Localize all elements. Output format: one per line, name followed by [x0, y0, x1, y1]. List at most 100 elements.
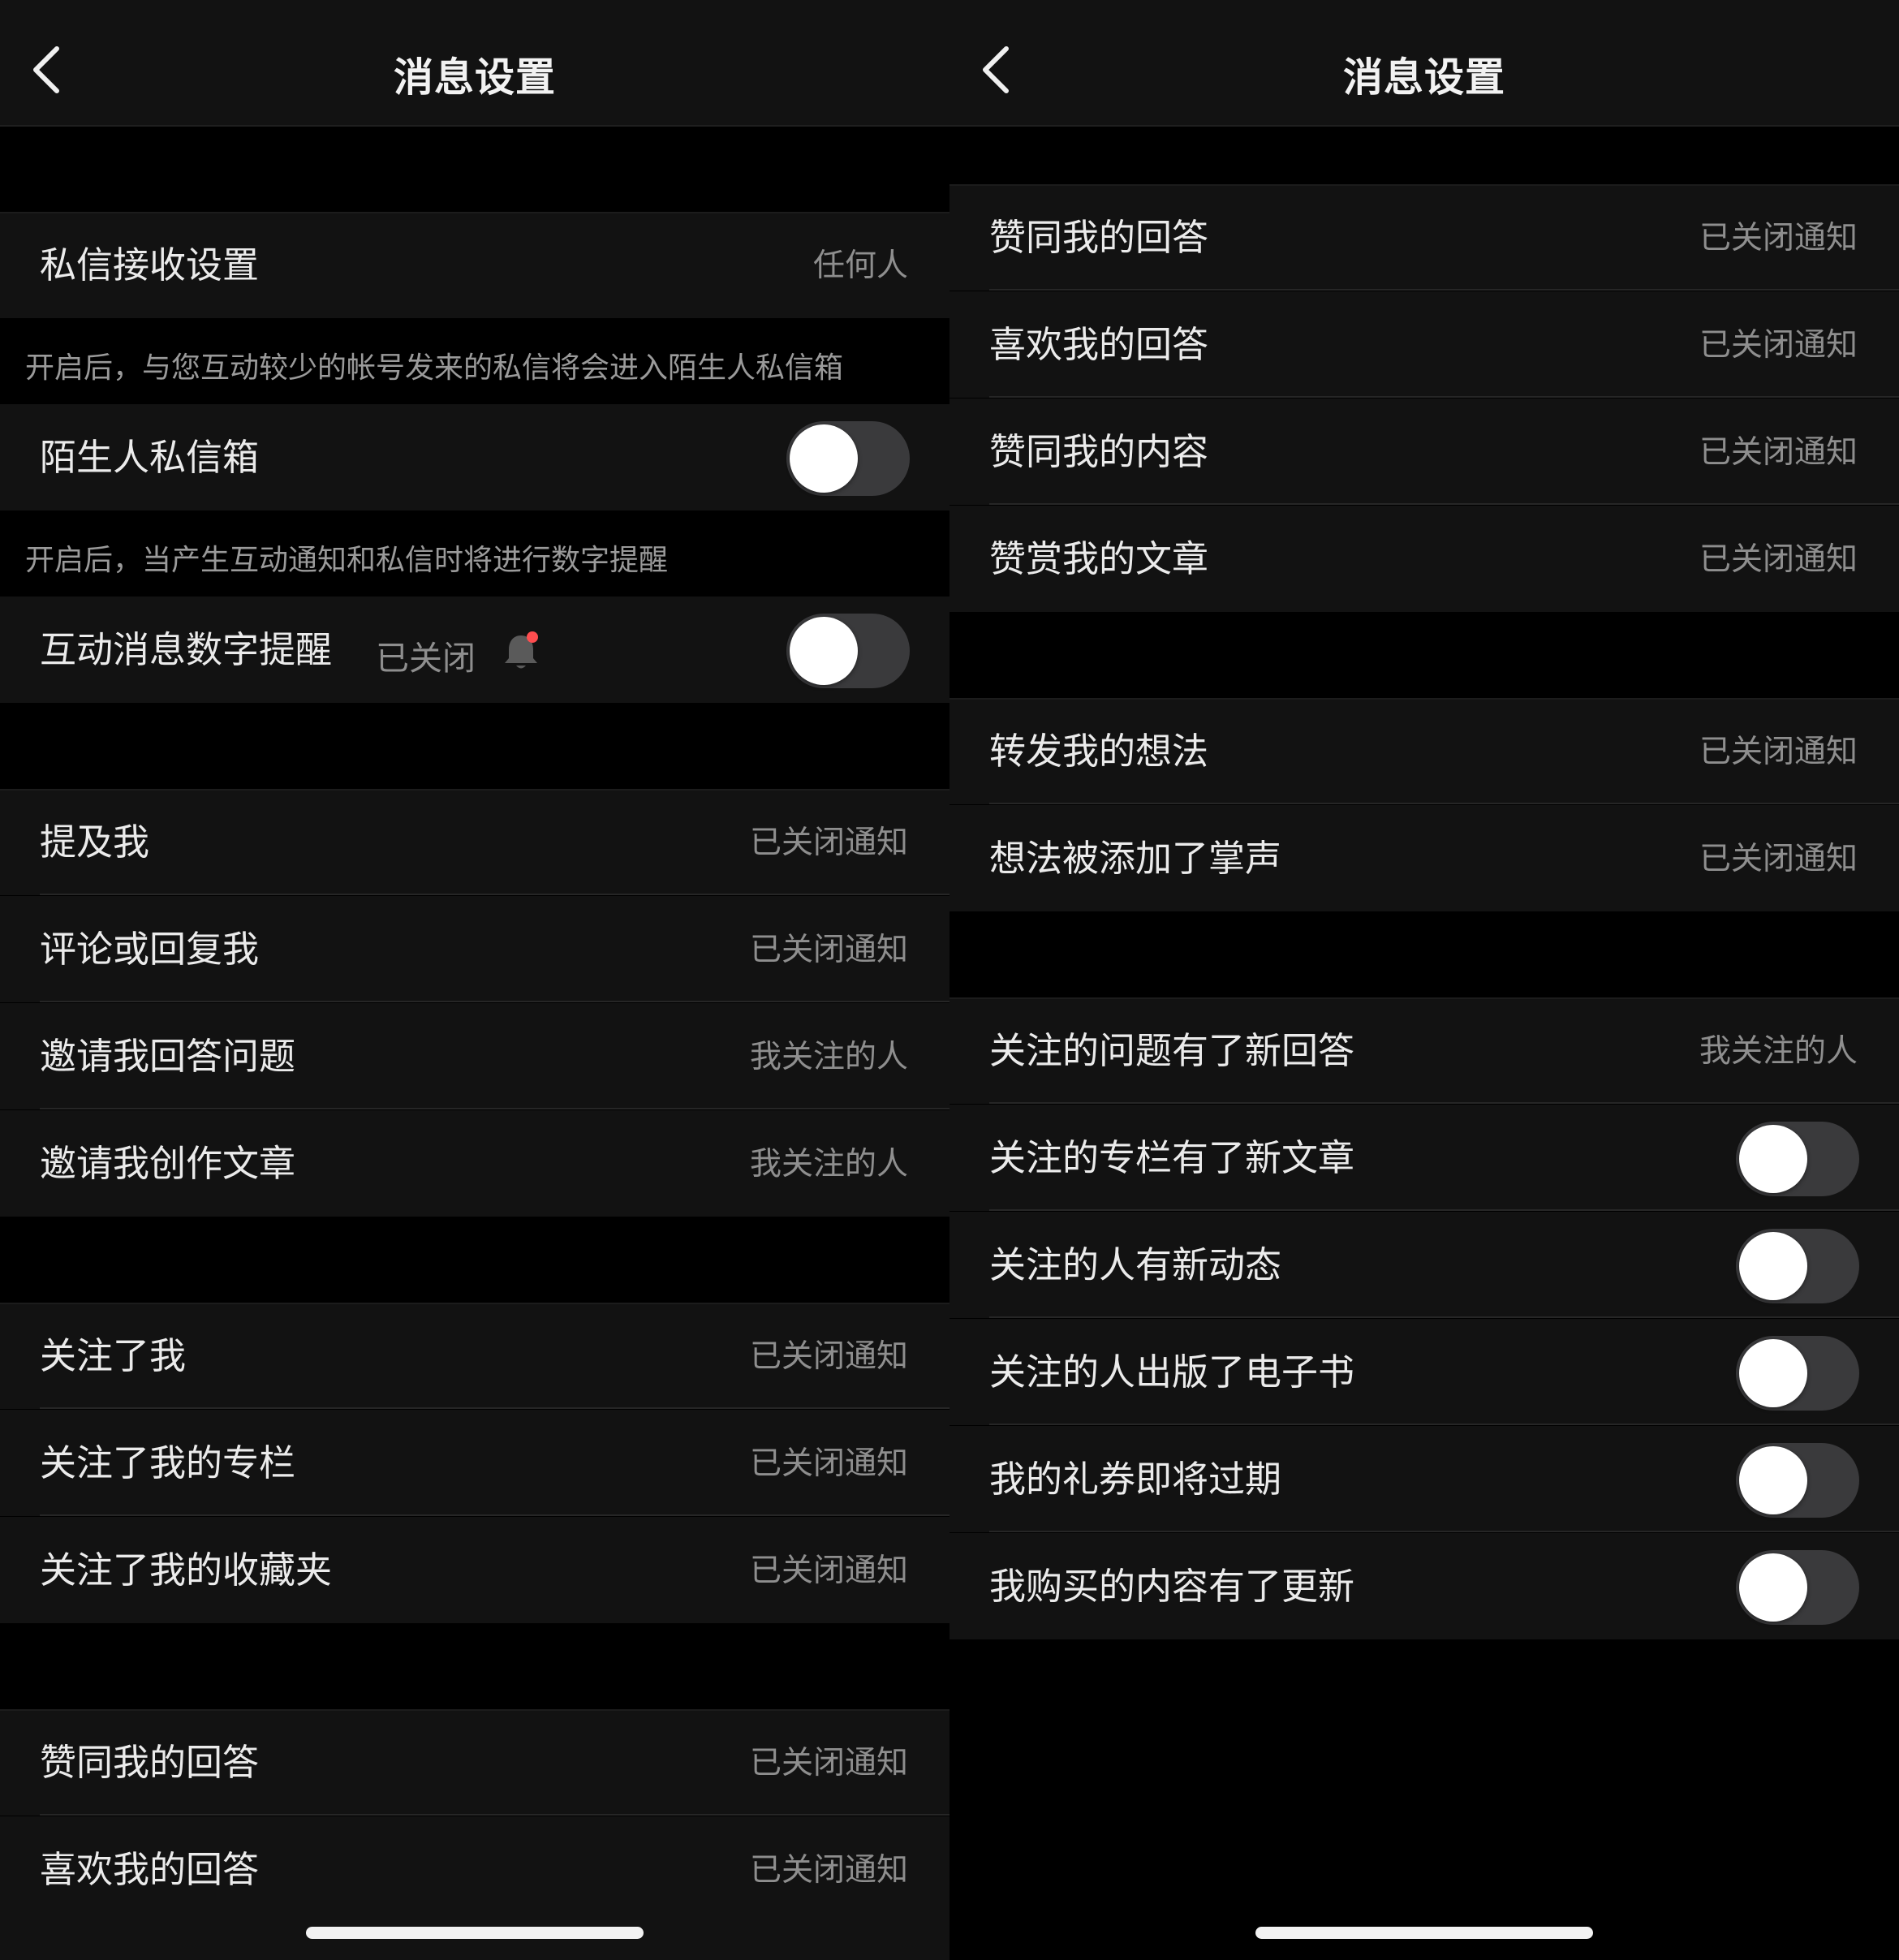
- toggle-switch[interactable]: [1736, 1550, 1859, 1625]
- item-label: 喜欢我的回答: [40, 1848, 260, 1891]
- item-label: 想法被添加了掌声: [989, 837, 1282, 880]
- item-label: 我购买的内容有了更新: [989, 1565, 1355, 1608]
- list-item[interactable]: 关注了我 已关闭通知: [0, 1303, 950, 1409]
- home-indicator: [1255, 1927, 1593, 1939]
- item-value: 已关闭通知: [749, 932, 908, 968]
- toggle-switch[interactable]: [1736, 1443, 1859, 1518]
- home-indicator: [306, 1927, 644, 1939]
- divider: [989, 1209, 1899, 1211]
- badge-reminder-toggle[interactable]: [786, 614, 910, 688]
- red-dot: [527, 631, 538, 643]
- item-value: 已关闭通知: [749, 1745, 908, 1781]
- dm-note: 开启后，与您互动较少的帐号发来的私信将会进入陌生人私信箱: [0, 318, 950, 404]
- stranger-box-toggle[interactable]: [786, 421, 910, 496]
- divider: [0, 1303, 950, 1304]
- divider: [950, 997, 1899, 999]
- divider: [989, 1316, 1899, 1318]
- toggle-switch[interactable]: [1736, 1336, 1859, 1411]
- item-label: 转发我的想法: [989, 730, 1209, 773]
- bell-icon: [505, 631, 538, 669]
- toggle-switch[interactable]: [1736, 1122, 1859, 1196]
- item-value: 已关闭通知: [749, 1445, 908, 1482]
- divider: [989, 503, 1899, 505]
- item-value: 已关闭通知: [1699, 220, 1858, 256]
- list-item[interactable]: 关注了我的收藏夹 已关闭通知: [0, 1517, 950, 1623]
- list-item[interactable]: 关注的问题有了新回答 我关注的人: [950, 997, 1899, 1104]
- toggle-switch[interactable]: [1736, 1229, 1859, 1303]
- divider: [0, 212, 950, 213]
- list-item[interactable]: 关注了我的专栏 已关闭通知: [0, 1410, 950, 1516]
- toggle-row: 我购买的内容有了更新: [950, 1533, 1899, 1639]
- list-item[interactable]: 赞同我的回答 已关闭通知: [950, 184, 1899, 291]
- list-item[interactable]: 赞赏我的文章 已关闭通知: [950, 506, 1899, 612]
- toggle-row: 关注的专栏有了新文章: [950, 1105, 1899, 1211]
- divider: [40, 1814, 950, 1816]
- list-item[interactable]: 评论或回复我 已关闭通知: [0, 896, 950, 1002]
- list-item[interactable]: 赞同我的回答 已关闭通知: [0, 1709, 950, 1816]
- divider: [950, 698, 1899, 700]
- toggle-knob: [1739, 1339, 1807, 1407]
- item-value: 已关闭通知: [1699, 734, 1858, 770]
- item-value: 我关注的人: [749, 1146, 908, 1182]
- list-item[interactable]: 想法被添加了掌声 已关闭通知: [950, 805, 1899, 911]
- item-label: 赞同我的回答: [989, 216, 1209, 259]
- stranger-box-label: 陌生人私信箱: [40, 436, 260, 479]
- item-label: 关注的人出版了电子书: [989, 1350, 1355, 1394]
- divider: [989, 289, 1899, 291]
- badge-note-text: 开启后，当产生互动通知和私信时将进行数字提醒: [25, 544, 669, 577]
- item-label: 评论或回复我: [40, 928, 260, 971]
- item-value: 已关闭通知: [1699, 434, 1858, 471]
- item-label: 赞赏我的文章: [989, 537, 1209, 580]
- divider: [989, 1102, 1899, 1104]
- item-label: 喜欢我的回答: [989, 323, 1209, 366]
- item-label: 关注了我: [40, 1334, 187, 1377]
- list-item[interactable]: 转发我的想法 已关闭通知: [950, 698, 1899, 804]
- page-title: 消息设置: [393, 54, 556, 101]
- item-label: 赞同我的回答: [40, 1741, 260, 1784]
- nav-bar: 消息设置: [950, 0, 1899, 127]
- dm-settings-value: 任何人: [812, 248, 908, 284]
- item-label: 赞同我的内容: [989, 430, 1209, 473]
- divider: [989, 803, 1899, 804]
- list-item[interactable]: 邀请我回答问题 我关注的人: [0, 1003, 950, 1109]
- toggle-knob: [1739, 1125, 1807, 1193]
- item-label: 我的礼券即将过期: [989, 1458, 1282, 1501]
- badge-reminder-row: 互动消息数字提醒 已关闭: [0, 597, 950, 703]
- toggle-row: 我的礼券即将过期: [950, 1426, 1899, 1532]
- list-item[interactable]: 邀请我创作文章 我关注的人: [0, 1110, 950, 1217]
- toggle-knob: [1739, 1446, 1807, 1514]
- item-label: 关注的问题有了新回答: [989, 1029, 1355, 1072]
- list-item[interactable]: 提及我 已关闭通知: [0, 789, 950, 895]
- item-value: 已关闭通知: [1699, 327, 1858, 364]
- item-value: 已关闭通知: [749, 825, 908, 861]
- item-label: 提及我: [40, 821, 150, 864]
- divider: [0, 789, 950, 790]
- item-label: 关注的专栏有了新文章: [989, 1136, 1355, 1179]
- divider: [989, 1531, 1899, 1532]
- item-label: 关注的人有新动态: [989, 1243, 1282, 1286]
- toggle-knob: [1739, 1553, 1807, 1622]
- item-value: 已关闭通知: [749, 1553, 908, 1589]
- item-label: 邀请我回答问题: [40, 1035, 296, 1078]
- toggle-row: 关注的人出版了电子书: [950, 1319, 1899, 1425]
- list-item[interactable]: 喜欢我的回答 已关闭通知: [950, 291, 1899, 398]
- divider: [950, 184, 1899, 186]
- nav-bar: 消息设置: [0, 0, 950, 127]
- dm-note-text: 开启后，与您互动较少的帐号发来的私信将会进入陌生人私信箱: [25, 351, 844, 385]
- item-label: 关注了我的收藏夹: [40, 1549, 333, 1592]
- item-value: 我关注的人: [749, 1039, 908, 1075]
- item-label: 邀请我创作文章: [40, 1142, 296, 1185]
- item-value: 已关闭通知: [1699, 541, 1858, 578]
- badge-reminder-status: 已关闭: [376, 639, 476, 678]
- item-value: 已关闭通知: [749, 1852, 908, 1889]
- list-item[interactable]: 赞同我的内容 已关闭通知: [950, 398, 1899, 505]
- stranger-box-row: 陌生人私信箱: [0, 404, 950, 510]
- divider: [40, 1514, 950, 1516]
- item-label: 关注了我的专栏: [40, 1441, 296, 1484]
- dm-settings-row[interactable]: 私信接收设置 任何人: [0, 212, 950, 318]
- divider: [989, 396, 1899, 398]
- dm-settings-label: 私信接收设置: [40, 243, 260, 286]
- toggle-knob: [790, 424, 858, 493]
- item-value: 我关注的人: [1699, 1033, 1858, 1070]
- divider: [40, 894, 950, 895]
